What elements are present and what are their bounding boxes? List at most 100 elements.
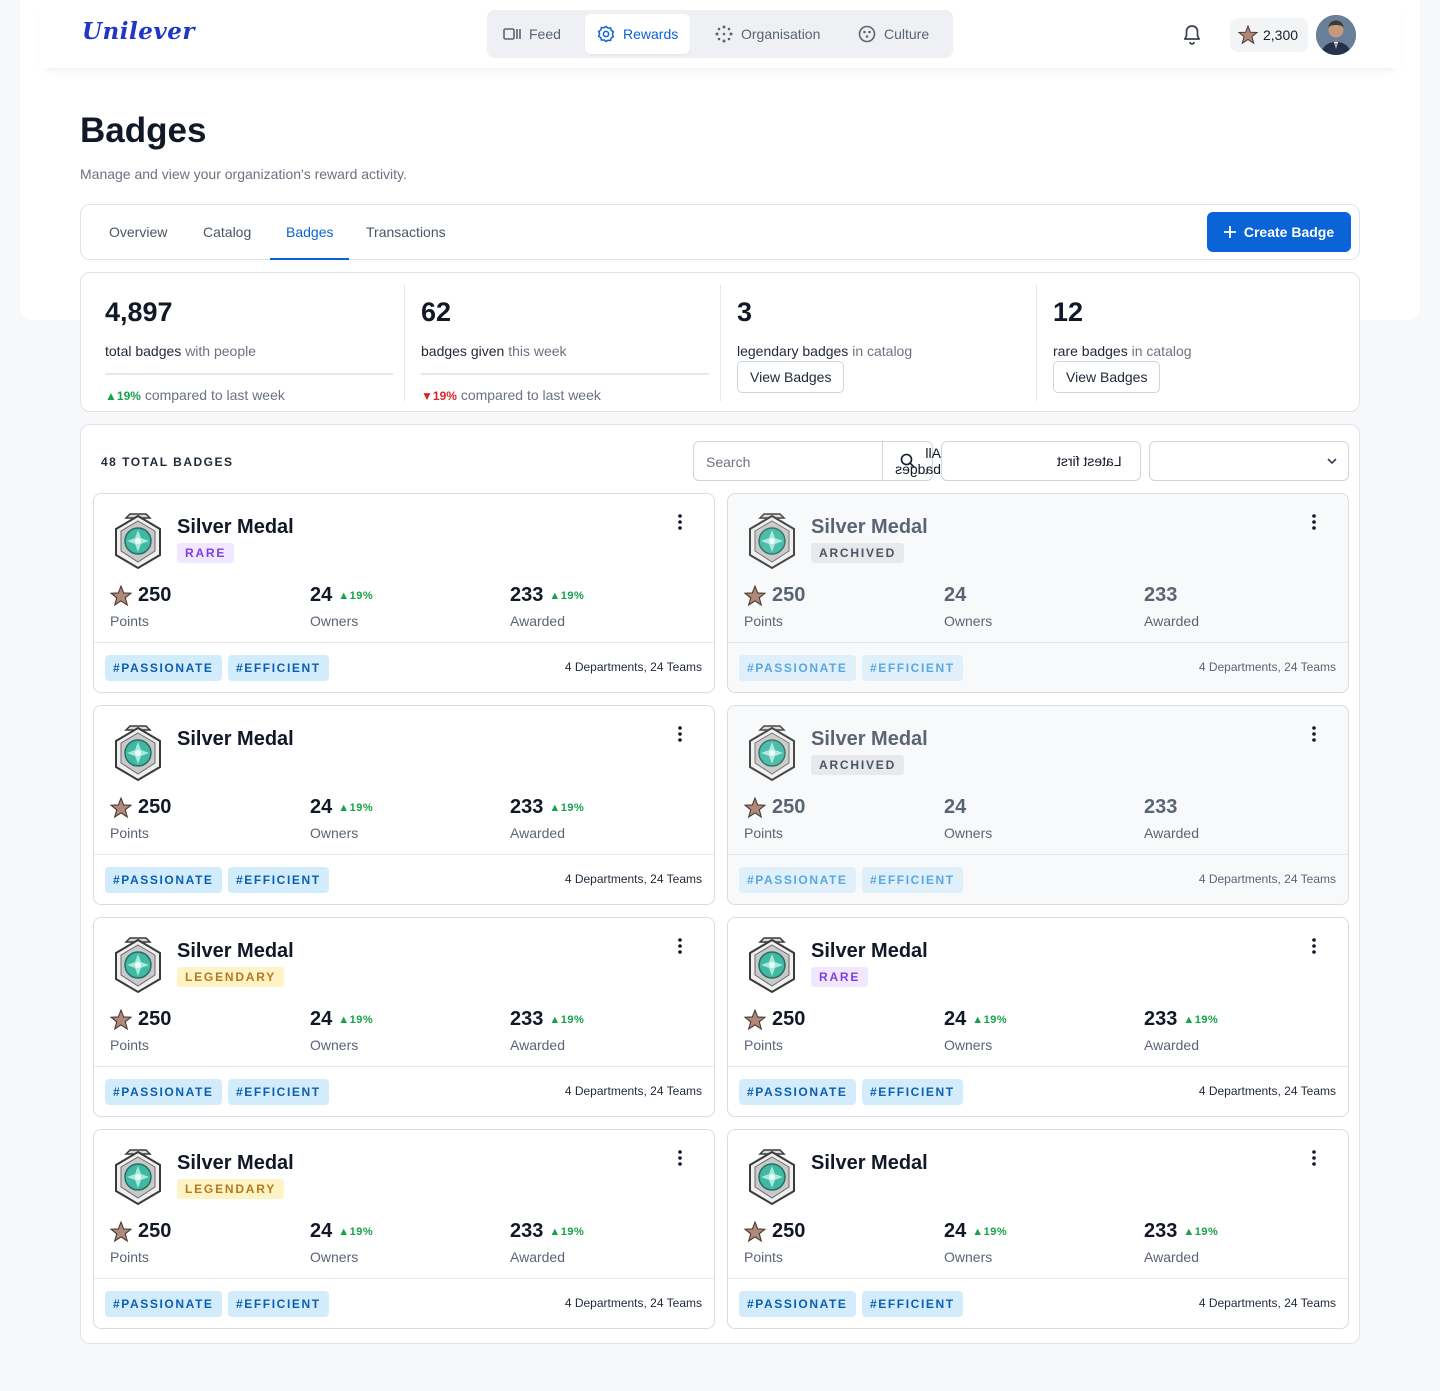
tab-overview[interactable]: Overview bbox=[93, 205, 183, 260]
badge-card[interactable]: Silver Medal ARCHIVED 250 Points 24 Owners 233… bbox=[727, 493, 1349, 693]
metric-owners: 24 ▲19% Owners bbox=[944, 1220, 1007, 1265]
more-options-icon[interactable] bbox=[672, 936, 688, 956]
avatar[interactable] bbox=[1316, 15, 1356, 55]
silver-medal-icon bbox=[744, 510, 800, 574]
owners-trend: ▲19% bbox=[338, 1225, 374, 1238]
tab-catalog[interactable]: Catalog bbox=[187, 205, 267, 260]
filter-dropdown[interactable] bbox=[1149, 441, 1349, 481]
tag-efficient[interactable]: #EFFICIENT bbox=[228, 655, 329, 681]
trend-up-icon: ▲ bbox=[105, 389, 117, 403]
metric-points: 250 Points bbox=[110, 796, 171, 841]
more-options-icon[interactable] bbox=[672, 724, 688, 744]
stat-rare: 12 rare badges in catalog View Badges bbox=[1053, 285, 1341, 401]
owners-trend: ▲19% bbox=[338, 1013, 374, 1026]
badge-tier-label: ARCHIVED bbox=[811, 543, 905, 563]
tag-passionate[interactable]: #PASSIONATE bbox=[105, 1079, 222, 1105]
silver-medal-icon bbox=[744, 934, 800, 998]
more-options-icon[interactable] bbox=[672, 1148, 688, 1168]
metric-points: 250 Points bbox=[744, 1008, 805, 1053]
stat-label: rare badges in catalog bbox=[1053, 343, 1192, 359]
tag-efficient[interactable]: #EFFICIENT bbox=[228, 1079, 329, 1105]
nav-item-rewards[interactable]: Rewards bbox=[585, 14, 691, 54]
more-options-icon[interactable] bbox=[1306, 1148, 1322, 1168]
nav-item-organisation[interactable]: Organisation bbox=[703, 14, 832, 54]
tag-efficient[interactable]: #EFFICIENT bbox=[862, 1291, 963, 1317]
tag-efficient[interactable]: #EFFICIENT bbox=[862, 1079, 963, 1105]
main-nav: Feed Rewards Organisation Culture bbox=[487, 10, 953, 58]
badge-card[interactable]: Silver Medal RARE 250 Points 24 ▲19% Owners 233… bbox=[93, 493, 715, 693]
tag-passionate[interactable]: #PASSIONATE bbox=[739, 655, 856, 681]
tab-transactions[interactable]: Transactions bbox=[350, 205, 462, 260]
points-balance[interactable]: 2,300 bbox=[1230, 18, 1309, 52]
badge-card[interactable]: Silver Medal 250 Points 24 ▲19% Owners 233 ▲19%… bbox=[727, 1129, 1349, 1329]
badge-tier-label: LEGENDARY bbox=[177, 1179, 285, 1199]
tag-passionate[interactable]: #PASSIONATE bbox=[105, 867, 222, 893]
rewards-icon bbox=[597, 25, 615, 43]
unilever-logo[interactable]: Unilever bbox=[82, 18, 195, 45]
more-options-icon[interactable] bbox=[1306, 936, 1322, 956]
star-icon bbox=[744, 1220, 766, 1243]
silver-medal-icon bbox=[110, 1146, 166, 1210]
create-badge-button[interactable]: Create Badge bbox=[1207, 212, 1351, 252]
badge-title: Silver Medal bbox=[177, 1152, 294, 1174]
badge-card-footer: #PASSIONATE #EFFICIENT 4 Departments, 24 T… bbox=[94, 642, 714, 692]
tab-badges[interactable]: Badges bbox=[270, 205, 350, 260]
departments-teams: 4 Departments, 24 Teams bbox=[564, 1084, 702, 1098]
metric-points: 250 Points bbox=[110, 1008, 171, 1053]
owners-value: 24 bbox=[310, 1008, 333, 1030]
silver-medal-icon bbox=[110, 722, 166, 786]
nav-item-culture[interactable]: Culture bbox=[846, 14, 941, 54]
metric-label: Awarded bbox=[1144, 1037, 1200, 1053]
awarded-trend: ▲19% bbox=[549, 1013, 585, 1026]
stat-separator bbox=[720, 285, 721, 401]
bell-icon[interactable] bbox=[1182, 24, 1202, 46]
more-options-icon[interactable] bbox=[1306, 724, 1322, 744]
tag-passionate[interactable]: #PASSIONATE bbox=[739, 1079, 856, 1105]
plus-icon bbox=[1223, 226, 1236, 238]
tag-efficient[interactable]: #EFFICIENT bbox=[862, 655, 963, 681]
badge-card[interactable]: Silver Medal ARCHIVED 250 Points 24 Owners 233… bbox=[727, 705, 1349, 905]
filter-type-select[interactable]: All badges bbox=[883, 441, 941, 481]
badge-tier-label: RARE bbox=[811, 967, 869, 987]
badge-card[interactable]: Silver Medal LEGENDARY 250 Points 24 ▲19% Owne… bbox=[93, 917, 715, 1117]
view-rare-badges-button[interactable]: View Badges bbox=[1053, 361, 1161, 393]
view-legendary-badges-button[interactable]: View Badges bbox=[737, 361, 845, 393]
total-badges-count: 48 TOTAL BADGES bbox=[101, 455, 234, 469]
badge-card[interactable]: Silver Medal 250 Points 24 ▲19% Owners 233 ▲19%… bbox=[93, 705, 715, 905]
tag-efficient[interactable]: #EFFICIENT bbox=[862, 867, 963, 893]
badge-card-footer: #PASSIONATE #EFFICIENT 4 Departments, 24 T… bbox=[94, 854, 714, 904]
points-value: 2,300 bbox=[1263, 27, 1299, 43]
stat-value: 4,897 bbox=[105, 297, 173, 327]
badge-card[interactable]: Silver Medal RARE 250 Points 24 ▲19% Owners 233… bbox=[727, 917, 1349, 1117]
points-value: 250 bbox=[772, 584, 806, 606]
stat-label: badges given this week bbox=[421, 343, 567, 359]
badge-card[interactable]: Silver Medal LEGENDARY 250 Points 24 ▲19% Owne… bbox=[93, 1129, 715, 1329]
badge-title: Silver Medal bbox=[811, 1152, 928, 1174]
sort-select[interactable]: Latest first bbox=[941, 441, 1141, 481]
tag-passionate[interactable]: #PASSIONATE bbox=[739, 867, 856, 893]
metric-label: Owners bbox=[944, 1037, 993, 1053]
more-options-icon[interactable] bbox=[672, 512, 688, 532]
nav-item-feed[interactable]: Feed bbox=[491, 14, 573, 54]
tag-passionate[interactable]: #PASSIONATE bbox=[739, 1291, 856, 1317]
metric-label: Points bbox=[110, 1249, 149, 1265]
badge-tier-label: LEGENDARY bbox=[177, 967, 285, 987]
owners-value: 24 bbox=[944, 1008, 967, 1030]
silver-medal-icon bbox=[744, 722, 800, 786]
metric-awarded: 233 ▲19% Awarded bbox=[1144, 1220, 1218, 1265]
points-value: 250 bbox=[138, 1220, 172, 1242]
metric-owners: 24 ▲19% Owners bbox=[310, 1220, 373, 1265]
metric-owners: 24 ▲19% Owners bbox=[310, 1008, 373, 1053]
metric-label: Owners bbox=[310, 613, 359, 629]
tag-passionate[interactable]: #PASSIONATE bbox=[105, 655, 222, 681]
tag-efficient[interactable]: #EFFICIENT bbox=[228, 1291, 329, 1317]
tag-efficient[interactable]: #EFFICIENT bbox=[228, 867, 329, 893]
metric-label: Owners bbox=[944, 613, 993, 629]
badge-card-footer: #PASSIONATE #EFFICIENT 4 Departments, 24 T… bbox=[728, 642, 1348, 692]
departments-teams: 4 Departments, 24 Teams bbox=[564, 660, 702, 674]
filter-type-value: All badges bbox=[895, 445, 941, 477]
more-options-icon[interactable] bbox=[1306, 512, 1322, 532]
stat-given-this-week: 62 badges given this week ▼19% compared … bbox=[421, 285, 709, 403]
stat-label: total badges with people bbox=[105, 343, 257, 359]
tag-passionate[interactable]: #PASSIONATE bbox=[105, 1291, 222, 1317]
